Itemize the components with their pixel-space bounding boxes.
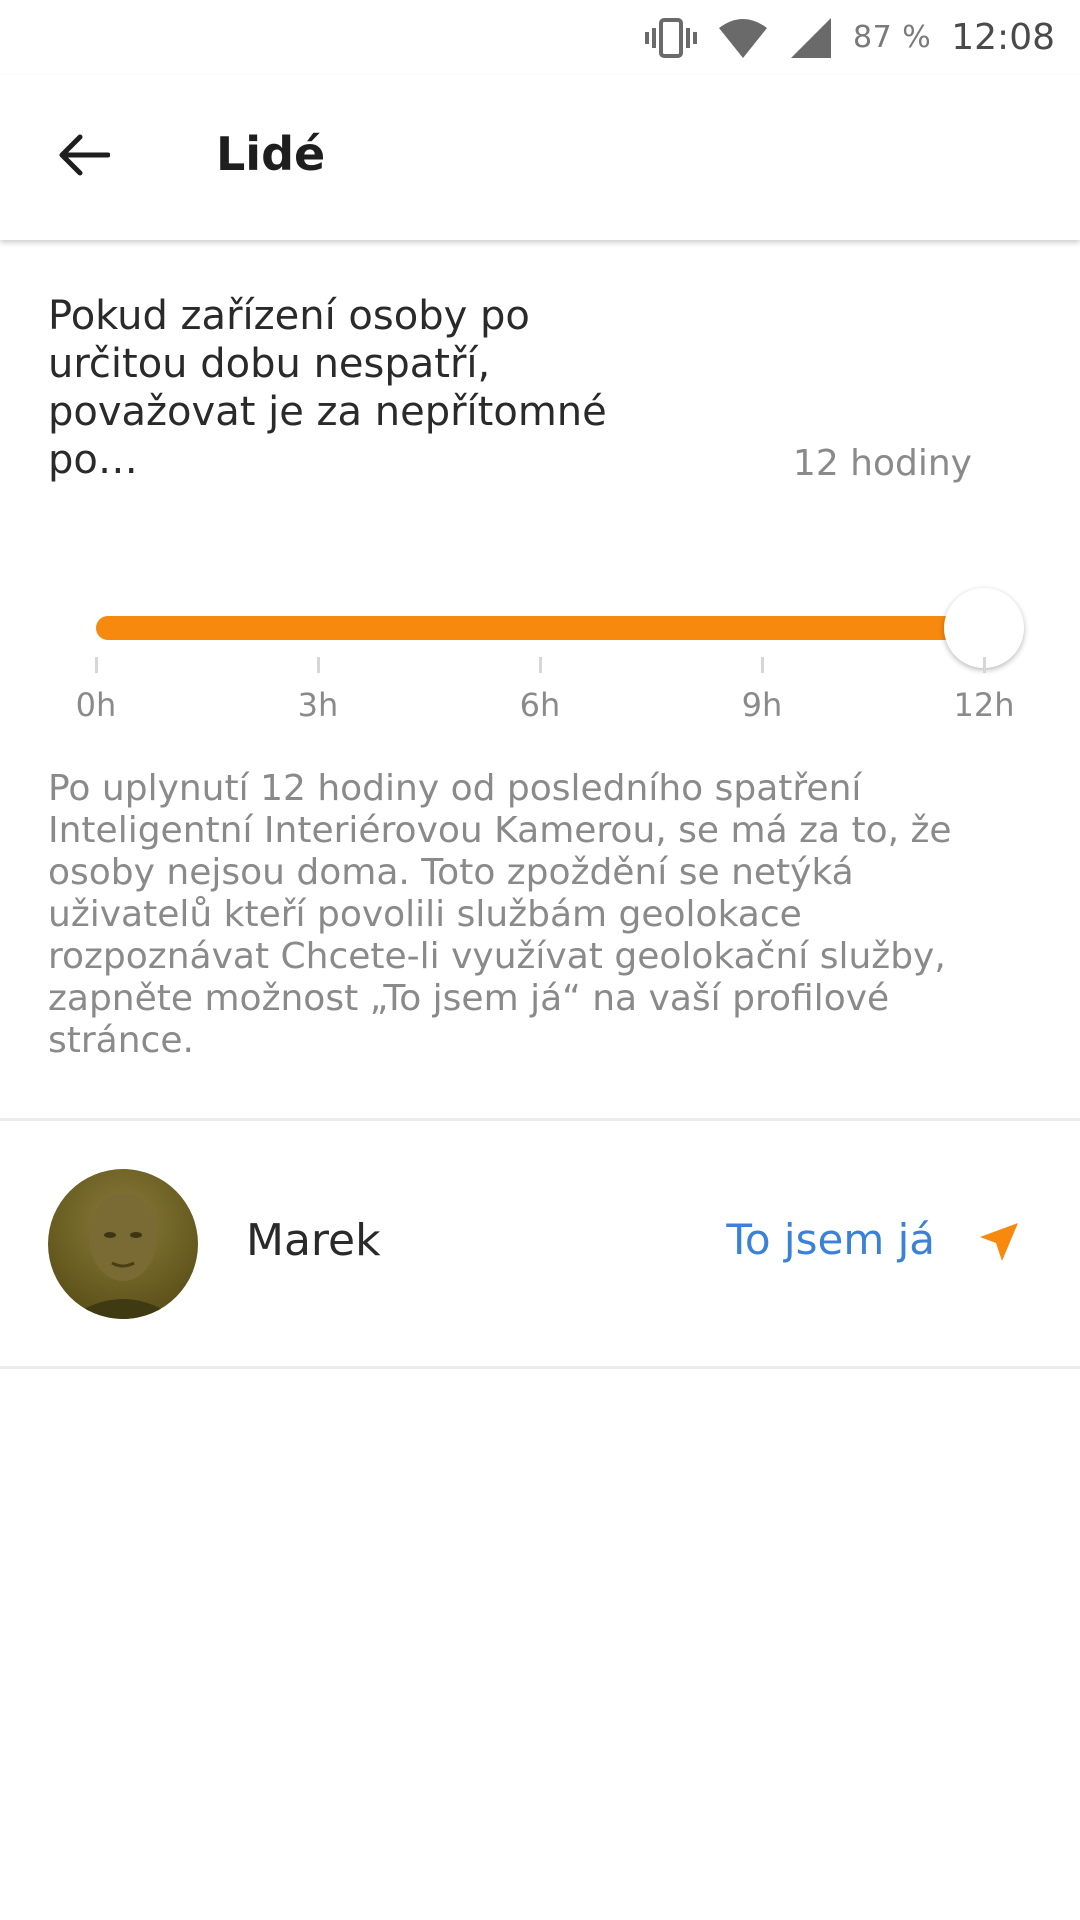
location-arrow-icon[interactable] (976, 1221, 1020, 1265)
slider-tick-label: 9h (741, 686, 783, 724)
setting-heading: Pokud zařízení osoby po určitou dobu nes… (48, 293, 607, 483)
slider-tick (983, 657, 986, 673)
page-title: Lidé (216, 127, 326, 181)
slider-tick-label: 12h (953, 686, 1015, 724)
arrow-left-icon (58, 133, 111, 181)
app-bar: Lidé (0, 75, 1080, 240)
wifi-icon (717, 16, 769, 60)
slider-tick-label: 3h (297, 686, 339, 724)
person-name: Marek (246, 1215, 381, 1266)
its-me-button[interactable]: To jsem já (726, 1215, 935, 1264)
avatar (48, 1169, 198, 1319)
slider-tick-label: 6h (519, 686, 561, 724)
slider-tick (317, 657, 320, 673)
back-button[interactable] (52, 125, 116, 189)
divider (0, 1366, 1080, 1369)
slider-tick (539, 657, 542, 673)
status-bar: 87 % 12:08 (0, 0, 1080, 75)
vibrate-icon (645, 16, 698, 60)
person-row: Marek To jsem já (0, 1121, 1080, 1366)
screen: 87 % 12:08 Lidé Pokud zařízení osoby po … (0, 0, 1080, 1920)
slider-thumb[interactable] (944, 588, 1024, 668)
setting-description: Po uplynutí 12 hodiny od posledního spat… (48, 768, 952, 1061)
setting-value: 12 hodiny (792, 443, 972, 484)
battery-percentage: 87 % (853, 20, 932, 55)
slider-tick (95, 657, 98, 673)
absence-setting-section: Pokud zařízení osoby po určitou dobu nes… (0, 240, 1080, 1118)
slider-tick (761, 657, 764, 673)
clock: 12:08 (951, 17, 1055, 58)
slider-fill (96, 616, 984, 640)
signal-icon (789, 16, 833, 60)
slider-tick-label: 0h (75, 686, 117, 724)
